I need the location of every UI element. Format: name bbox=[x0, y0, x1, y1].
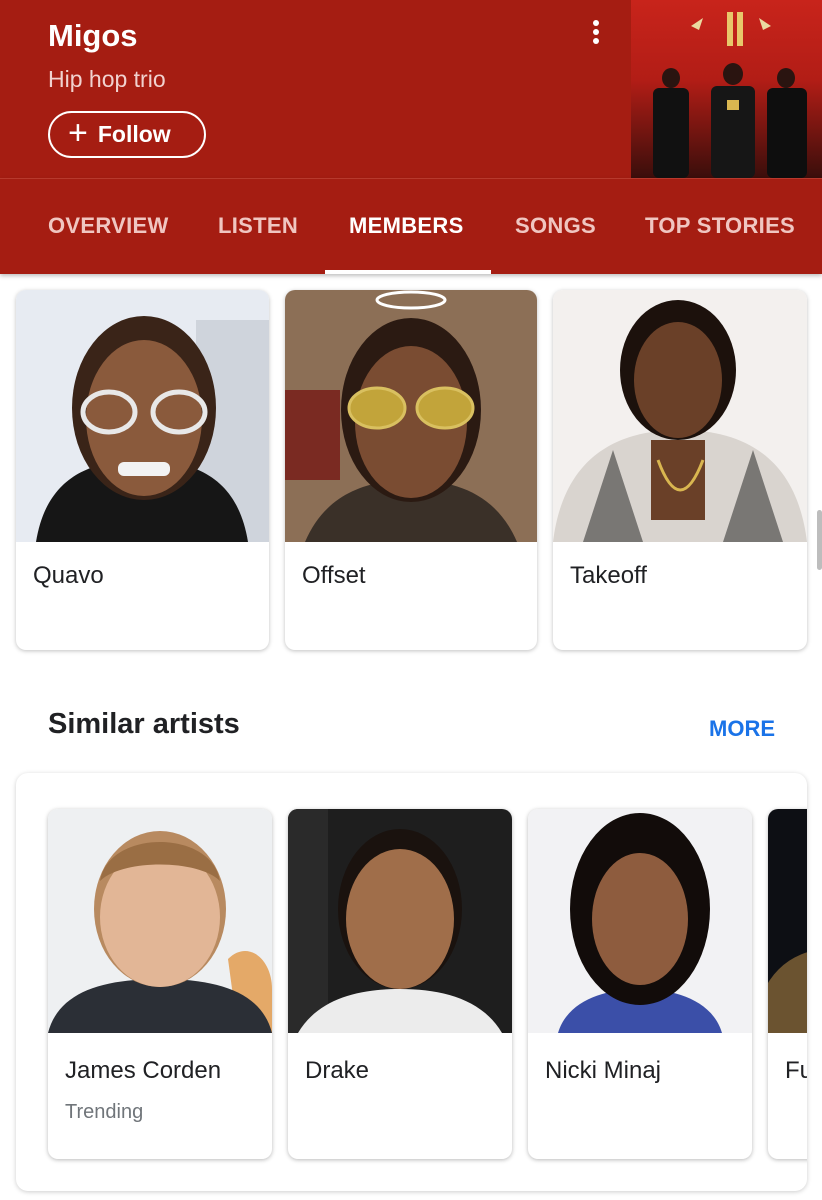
member-name: Offset bbox=[302, 562, 366, 589]
tab-members[interactable]: MEMBERS bbox=[349, 213, 464, 239]
tab-bar: OVERVIEW LISTEN MEMBERS SONGS TOP STORIE… bbox=[0, 178, 822, 274]
follow-label: Follow bbox=[97, 121, 171, 147]
artist-card-future[interactable]: Fut bbox=[768, 809, 807, 1159]
tab-top-stories[interactable]: TOP STORIES bbox=[645, 213, 795, 239]
more-link[interactable]: MORE bbox=[709, 716, 775, 742]
tab-songs[interactable]: SONGS bbox=[515, 213, 596, 239]
artist-title: Migos bbox=[48, 18, 138, 53]
similar-artists-panel: James Corden Trending Drake Nicki Minaj … bbox=[16, 773, 807, 1191]
similar-artists-title: Similar artists bbox=[48, 708, 240, 740]
member-photo bbox=[16, 290, 269, 542]
artist-photo bbox=[48, 809, 272, 1033]
member-name: Quavo bbox=[33, 562, 104, 589]
album-cover-image[interactable] bbox=[631, 0, 822, 178]
artist-card-drake[interactable]: Drake bbox=[288, 809, 512, 1159]
tab-overview[interactable]: OVERVIEW bbox=[48, 213, 169, 239]
artist-name: Fut bbox=[785, 1057, 807, 1084]
more-vert-icon[interactable] bbox=[586, 20, 606, 50]
member-card-offset[interactable]: Offset bbox=[285, 290, 537, 650]
tab-listen[interactable]: LISTEN bbox=[218, 213, 298, 239]
member-card-takeoff[interactable]: Takeoff bbox=[553, 290, 807, 650]
artist-trending-label: Trending bbox=[65, 1101, 144, 1123]
artist-photo bbox=[288, 809, 512, 1033]
artist-card-james-corden[interactable]: James Corden Trending bbox=[48, 809, 272, 1159]
follow-button[interactable]: + Follow bbox=[48, 111, 206, 158]
active-tab-indicator bbox=[325, 270, 491, 274]
member-photo bbox=[553, 290, 807, 542]
artist-header: Migos Hip hop trio + Follow bbox=[0, 0, 822, 178]
artist-name: James Corden bbox=[65, 1057, 222, 1084]
artist-subtitle: Hip hop trio bbox=[48, 66, 166, 92]
member-card-quavo[interactable]: Quavo bbox=[16, 290, 269, 650]
artist-photo bbox=[528, 809, 752, 1033]
artist-photo bbox=[768, 809, 807, 1033]
member-photo bbox=[285, 290, 537, 542]
artist-name: Nicki Minaj bbox=[545, 1057, 662, 1084]
member-name: Takeoff bbox=[570, 562, 647, 589]
scrollbar[interactable] bbox=[817, 510, 822, 570]
plus-icon: + bbox=[68, 114, 88, 152]
artist-name: Drake bbox=[305, 1057, 370, 1084]
artist-card-nicki-minaj[interactable]: Nicki Minaj bbox=[528, 809, 752, 1159]
